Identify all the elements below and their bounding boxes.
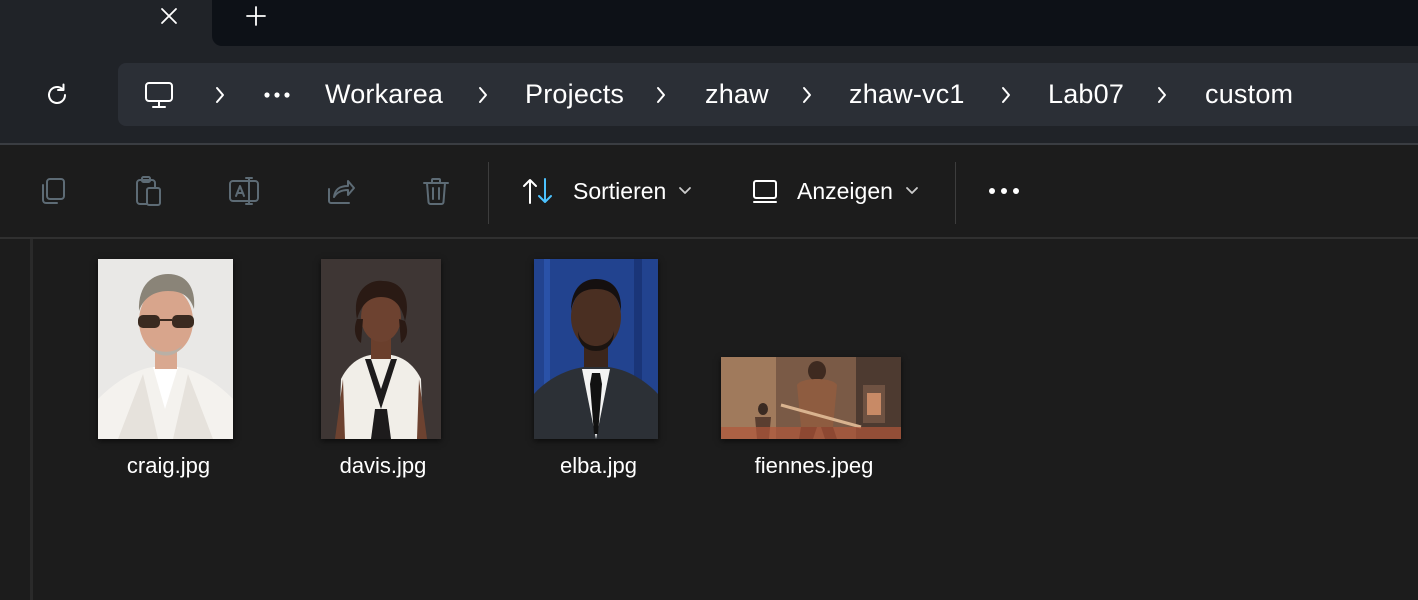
toolbar-separator [488,162,489,224]
navigation-pane-edge[interactable] [30,239,33,600]
rename-button[interactable] [226,173,262,209]
sort-icon [523,178,552,204]
toolbar-separator [955,162,956,224]
chevron-right-icon[interactable] [653,83,669,107]
chevron-right-icon[interactable] [799,83,815,107]
chevron-down-icon [906,187,918,194]
more-horizontal-icon [989,188,1019,194]
file-item[interactable] [98,259,233,439]
tab-strip-empty [212,0,1418,46]
file-thumbnail [98,259,233,439]
rename-icon [229,177,259,205]
tab-strip [0,0,1418,46]
breadcrumb-item[interactable]: Lab07 [1048,63,1124,126]
more-options-button[interactable] [982,173,1026,209]
file-thumbnail [321,259,441,439]
chevron-right-icon[interactable] [998,83,1014,107]
breadcrumb-item-current[interactable]: custom [1205,63,1293,126]
copy-button[interactable] [34,173,70,209]
file-item[interactable] [321,259,441,439]
breadcrumb-item[interactable]: Projects [525,63,624,126]
address-bar[interactable]: Workarea Projects zhaw zhaw-vc1 Lab07 cu… [118,63,1418,126]
paste-button[interactable] [130,173,166,209]
view-icon [753,180,777,203]
view-menu-button[interactable]: Anzeigen [751,169,919,213]
view-label: Anzeigen [797,177,893,204]
file-item[interactable] [534,259,658,439]
share-icon [328,180,355,204]
file-name[interactable]: craig.jpg [98,453,239,479]
close-icon [161,8,177,24]
file-item[interactable] [721,357,901,439]
file-name[interactable]: elba.jpg [534,453,663,479]
paste-icon [136,176,161,206]
chevron-right-icon[interactable] [1154,83,1170,107]
refresh-button[interactable] [36,74,78,116]
file-name[interactable]: davis.jpg [311,453,455,479]
command-bar: Sortieren Anzeigen [0,145,1418,237]
plus-icon [246,6,266,26]
delete-icon [423,178,449,205]
copy-icon [42,178,65,204]
file-list: craig.jpg davis.jpg elba.jpg fiennes.jpe… [0,239,1418,600]
share-button[interactable] [322,173,358,209]
close-tab-button[interactable] [150,0,188,32]
breadcrumb-overflow-button[interactable] [263,81,291,109]
file-name[interactable]: fiennes.jpeg [721,453,907,479]
this-pc-icon [145,82,173,108]
sort-menu-button[interactable]: Sortieren [521,169,692,213]
breadcrumb-item[interactable]: zhaw-vc1 [849,63,965,126]
chevron-right-icon[interactable] [212,83,228,107]
file-thumbnail [534,259,658,439]
new-tab-button[interactable] [236,0,276,32]
sort-label: Sortieren [573,177,667,204]
refresh-icon [48,83,66,104]
breadcrumb-item[interactable]: Workarea [325,63,443,126]
file-thumbnail [721,357,901,439]
breadcrumb-this-pc[interactable] [142,78,176,112]
address-row: Workarea Projects zhaw zhaw-vc1 Lab07 cu… [0,46,1418,144]
chevron-right-icon[interactable] [475,83,491,107]
chevron-down-icon [679,187,692,194]
delete-button[interactable] [418,173,454,209]
breadcrumb-item[interactable]: zhaw [705,63,769,126]
more-horizontal-icon [264,92,290,98]
